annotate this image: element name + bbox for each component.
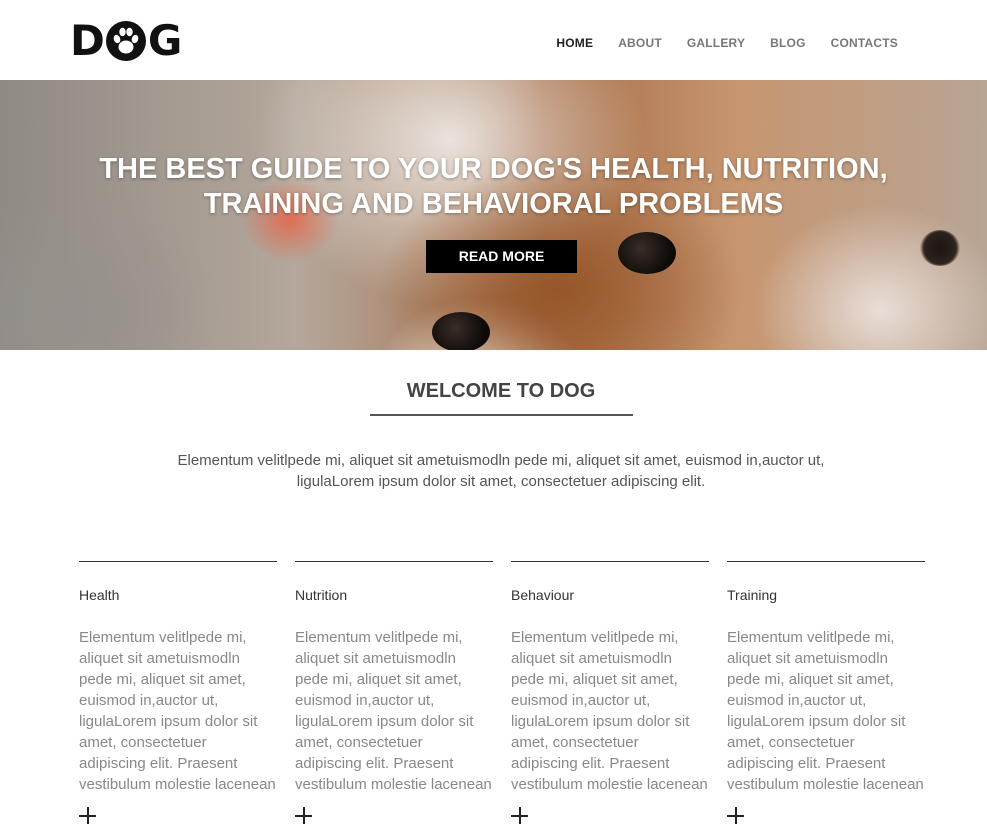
hero-photo-dog-eye-left bbox=[432, 312, 490, 350]
feature-column-training: Training Elementum velitlpede mi, alique… bbox=[727, 561, 925, 824]
plus-icon[interactable] bbox=[79, 807, 97, 825]
paw-icon bbox=[105, 21, 146, 61]
feature-column-nutrition: Nutrition Elementum velitlpede mi, aliqu… bbox=[295, 561, 493, 824]
read-more-button[interactable]: READ MORE bbox=[426, 240, 577, 273]
column-heading: Health bbox=[79, 587, 120, 603]
column-heading: Nutrition bbox=[295, 587, 348, 603]
column-text: Elementum velitlpede mi, aliquet sit ame… bbox=[511, 629, 708, 793]
column-text: Elementum velitlpede mi, aliquet sit ame… bbox=[295, 629, 492, 793]
nav-home[interactable]: HOME bbox=[556, 36, 593, 50]
column-divider bbox=[727, 561, 925, 562]
main-nav: HOME ABOUT GALLERY BLOG CONTACTS bbox=[556, 36, 898, 50]
logo-letter-d: D bbox=[70, 16, 105, 65]
plus-icon[interactable] bbox=[295, 807, 313, 825]
logo-letter-g: G bbox=[147, 16, 182, 65]
hero-title: THE BEST GUIDE TO YOUR DOG'S HEALTH, NUT… bbox=[0, 152, 987, 222]
hero-title-line2: TRAINING AND BEHAVIORAL PROBLEMS bbox=[203, 188, 784, 220]
column-text: Elementum velitlpede mi, aliquet sit ame… bbox=[727, 629, 924, 793]
hero-banner: THE BEST GUIDE TO YOUR DOG'S HEALTH, NUT… bbox=[0, 80, 987, 350]
welcome-divider bbox=[370, 414, 633, 416]
nav-blog[interactable]: BLOG bbox=[770, 36, 805, 50]
site-header: D G HOME ABOUT GALLERY BLOG CONTACTS bbox=[0, 0, 987, 80]
nav-about[interactable]: ABOUT bbox=[618, 36, 662, 50]
column-divider bbox=[79, 561, 277, 562]
column-text: Elementum velitlpede mi, aliquet sit ame… bbox=[79, 629, 276, 793]
hero-photo-dog-nose bbox=[920, 230, 960, 266]
welcome-text-line1: Elementum velitlpede mi, aliquet sit ame… bbox=[177, 452, 825, 469]
plus-icon[interactable] bbox=[727, 807, 745, 825]
feature-column-behaviour: Behaviour Elementum velitlpede mi, aliqu… bbox=[511, 561, 709, 824]
hero-title-line1: THE BEST GUIDE TO YOUR DOG'S HEALTH, NUT… bbox=[99, 153, 888, 185]
column-divider bbox=[511, 561, 709, 562]
nav-gallery[interactable]: GALLERY bbox=[687, 36, 745, 50]
feature-column-health: Health Elementum velitlpede mi, aliquet … bbox=[79, 561, 277, 824]
welcome-text: Elementum velitlpede mi, aliquet sit ame… bbox=[0, 450, 987, 492]
welcome-text-line2: ligulaLorem ipsum dolor sit amet, consec… bbox=[296, 473, 706, 490]
logo[interactable]: D G bbox=[70, 16, 182, 65]
column-divider bbox=[295, 561, 493, 562]
plus-icon[interactable] bbox=[511, 807, 529, 825]
column-heading: Training bbox=[727, 587, 778, 603]
nav-contacts[interactable]: CONTACTS bbox=[831, 36, 898, 50]
column-heading: Behaviour bbox=[511, 587, 575, 603]
hero-photo-dog-eye-right bbox=[618, 232, 676, 274]
welcome-title: WELCOME TO DOG bbox=[406, 380, 596, 402]
